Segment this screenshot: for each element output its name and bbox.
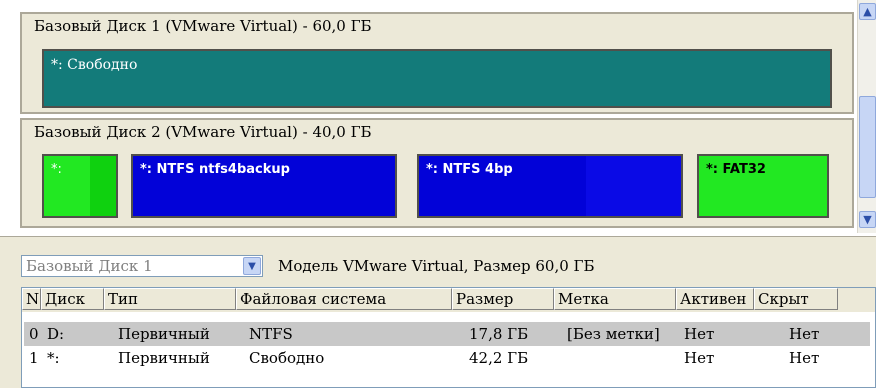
cell-hidden: Нет <box>789 325 820 343</box>
cell-type: Первичный <box>118 325 210 343</box>
disk-2-partition-fat32[interactable]: *: FAT32 <box>697 154 829 218</box>
table-header: N Диск Тип Файловая система Размер Метка… <box>22 288 875 312</box>
cell-n: 0 <box>29 325 39 343</box>
column-header-filesystem[interactable]: Файловая система <box>236 288 452 310</box>
cell-filesystem: Свободно <box>249 349 325 367</box>
column-header-n[interactable]: N <box>22 288 41 310</box>
partition-label: *: NTFS 4bp <box>426 162 513 177</box>
disk-select-value: Базовый Диск 1 <box>26 257 153 275</box>
cell-disk: D: <box>47 325 65 343</box>
table-row[interactable]: 0 D: Первичный NTFS 17,8 ГБ [Без метки] … <box>24 322 870 346</box>
disk-1-partition-free[interactable]: *: Свободно <box>42 49 832 108</box>
cell-n: 1 <box>29 349 39 367</box>
column-header-size[interactable]: Размер <box>452 288 554 310</box>
disk-map-scrollbar[interactable]: ▲ ▼ <box>857 0 876 233</box>
column-header-hidden[interactable]: Скрыт <box>754 288 838 310</box>
disk-2-block[interactable]: Базовый Диск 2 (VMware Virtual) - 40,0 Г… <box>20 118 854 228</box>
partition-label: *: Свободно <box>51 57 138 73</box>
disk-2-partition-ntfs4backup[interactable]: *: NTFS ntfs4backup <box>131 154 397 218</box>
disk-2-partition-4bp[interactable]: *: NTFS 4bp <box>417 154 683 218</box>
cell-active: Нет <box>684 349 715 367</box>
table-row[interactable]: 1 *: Первичный Свободно 42,2 ГБ Нет Нет <box>24 346 870 370</box>
cell-filesystem: NTFS <box>249 325 293 343</box>
column-header-active[interactable]: Активен <box>676 288 754 310</box>
disk-model-info: Модель VMware Virtual, Размер 60,0 ГБ <box>278 257 595 275</box>
cell-disk: *: <box>47 349 60 367</box>
disk-1-block[interactable]: Базовый Диск 1 (VMware Virtual) - 60,0 Г… <box>20 12 854 114</box>
disk-1-title: Базовый Диск 1 (VMware Virtual) - 60,0 Г… <box>34 17 372 35</box>
partition-usage-fill <box>586 156 681 216</box>
partition-label: *: <box>51 162 62 177</box>
cell-label: [Без метки] <box>567 325 660 343</box>
partition-label: *: NTFS ntfs4backup <box>140 162 290 177</box>
column-header-label[interactable]: Метка <box>554 288 676 310</box>
partition-usage-fill <box>90 156 116 216</box>
disk-select-dropdown[interactable]: Базовый Диск 1 ▼ <box>21 255 263 277</box>
cell-hidden: Нет <box>789 349 820 367</box>
partition-label: *: FAT32 <box>706 162 766 177</box>
partition-table: N Диск Тип Файловая система Размер Метка… <box>21 287 876 388</box>
column-header-type[interactable]: Тип <box>104 288 236 310</box>
disk-2-title: Базовый Диск 2 (VMware Virtual) - 40,0 Г… <box>34 123 372 141</box>
cell-active: Нет <box>684 325 715 343</box>
scroll-down-icon[interactable]: ▼ <box>859 211 876 228</box>
column-header-disk[interactable]: Диск <box>41 288 104 310</box>
chevron-down-icon[interactable]: ▼ <box>243 257 261 275</box>
cell-size: 17,8 ГБ <box>469 325 529 343</box>
scrollbar-thumb[interactable] <box>859 96 876 198</box>
cell-type: Первичный <box>118 349 210 367</box>
disk-details-panel: Базовый Диск 1 ▼ Модель VMware Virtual, … <box>0 236 876 388</box>
disk-2-partition-unallocated[interactable]: *: <box>42 154 118 218</box>
disk-map-panel: Базовый Диск 1 (VMware Virtual) - 60,0 Г… <box>0 0 856 233</box>
cell-size: 42,2 ГБ <box>469 349 529 367</box>
scroll-up-icon[interactable]: ▲ <box>859 3 876 20</box>
